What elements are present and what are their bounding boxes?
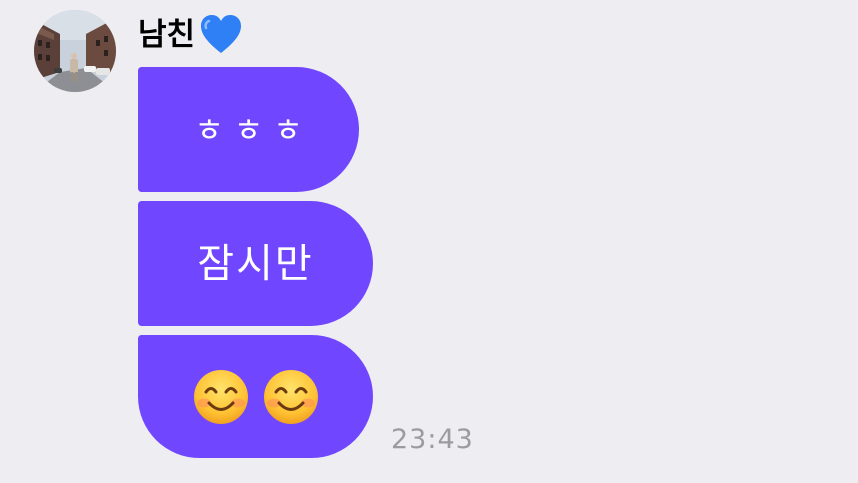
message-bubble[interactable]: 잠시만 [138, 201, 373, 326]
profile-photo [34, 10, 116, 92]
message-timestamp: 23:43 [391, 424, 474, 455]
blue-heart-icon [199, 13, 243, 57]
sender-name: 남친 [138, 16, 196, 53]
message-text: ㅎㅎㅎ [194, 110, 313, 149]
emoji-row [192, 368, 320, 426]
message-bubble[interactable]: ㅎㅎㅎ [138, 67, 359, 192]
sender-avatar[interactable] [34, 10, 116, 92]
chat-window: 남친 ㅎㅎㅎ 잠시만 23:43 [0, 0, 858, 483]
smiling-face-icon [263, 369, 318, 424]
smiling-face-icon [193, 369, 248, 424]
message-bubble[interactable] [138, 335, 373, 458]
message-text: 잠시만 [197, 240, 314, 287]
sender-header: 남친 [138, 10, 243, 60]
